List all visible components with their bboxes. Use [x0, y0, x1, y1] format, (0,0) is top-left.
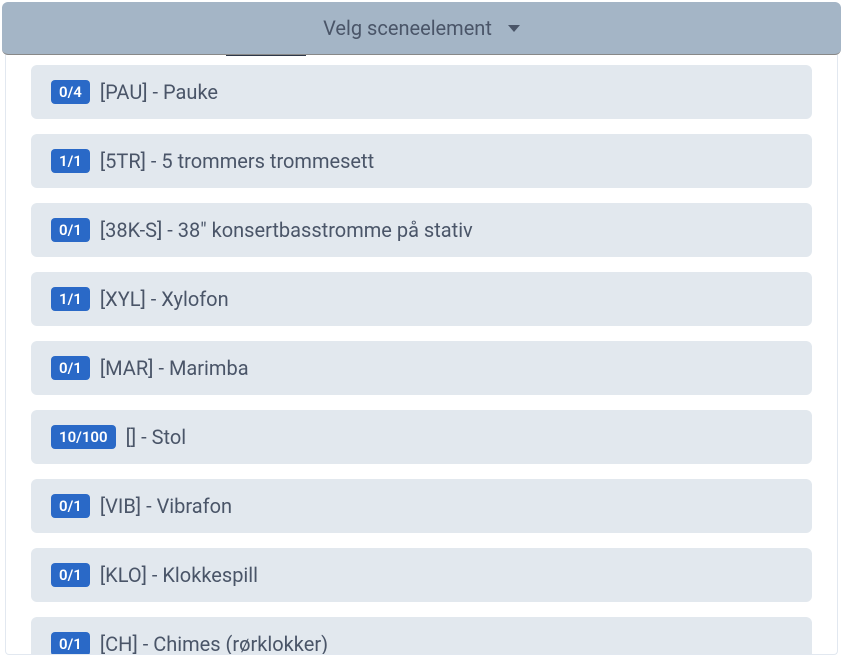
list-item[interactable]: 0/1 [CH] - Chimes (rørklokker) [31, 617, 812, 654]
item-label: [38K-S] - 38" konsertbasstromme på stati… [100, 218, 473, 242]
list-item[interactable]: 0/1 [MAR] - Marimba [31, 341, 812, 395]
item-label: [MAR] - Marimba [100, 356, 249, 380]
list-item[interactable]: 10/100 [] - Stol [31, 410, 812, 464]
item-label: [PAU] - Pauke [100, 80, 218, 104]
item-label: [XYL] - Xylofon [100, 287, 229, 311]
count-badge: 0/4 [51, 80, 90, 104]
list-item[interactable]: 0/1 [VIB] - Vibrafon [31, 479, 812, 533]
item-label: [] - Stol [126, 425, 187, 449]
dropdown-panel: 0/4 [PAU] - Pauke 1/1 [5TR] - 5 trommers… [5, 55, 838, 655]
list-item[interactable]: 1/1 [XYL] - Xylofon [31, 272, 812, 326]
count-badge: 0/1 [51, 632, 90, 654]
list-item[interactable]: 0/1 [38K-S] - 38" konsertbasstromme på s… [31, 203, 812, 257]
item-label: [KLO] - Klokkespill [100, 563, 258, 587]
dropdown-header[interactable]: Velg sceneelement [2, 2, 841, 55]
item-label: [CH] - Chimes (rørklokker) [100, 632, 328, 654]
list-item[interactable]: 1/1 [5TR] - 5 trommers trommesett [31, 134, 812, 188]
list-item[interactable]: 0/4 [PAU] - Pauke [31, 65, 812, 119]
count-badge: 0/1 [51, 563, 90, 587]
count-badge: 1/1 [51, 287, 90, 311]
dropdown-label: Velg sceneelement [323, 16, 492, 40]
item-label: [VIB] - Vibrafon [100, 494, 232, 518]
chevron-down-icon [508, 25, 520, 32]
count-badge: 0/1 [51, 494, 90, 518]
count-badge: 0/1 [51, 356, 90, 380]
count-badge: 0/1 [51, 218, 90, 242]
list-container: 0/4 [PAU] - Pauke 1/1 [5TR] - 5 trommers… [6, 55, 837, 654]
item-label: [5TR] - 5 trommers trommesett [100, 149, 374, 173]
count-badge: 10/100 [51, 425, 116, 449]
list-item[interactable]: 0/1 [KLO] - Klokkespill [31, 548, 812, 602]
count-badge: 1/1 [51, 149, 90, 173]
